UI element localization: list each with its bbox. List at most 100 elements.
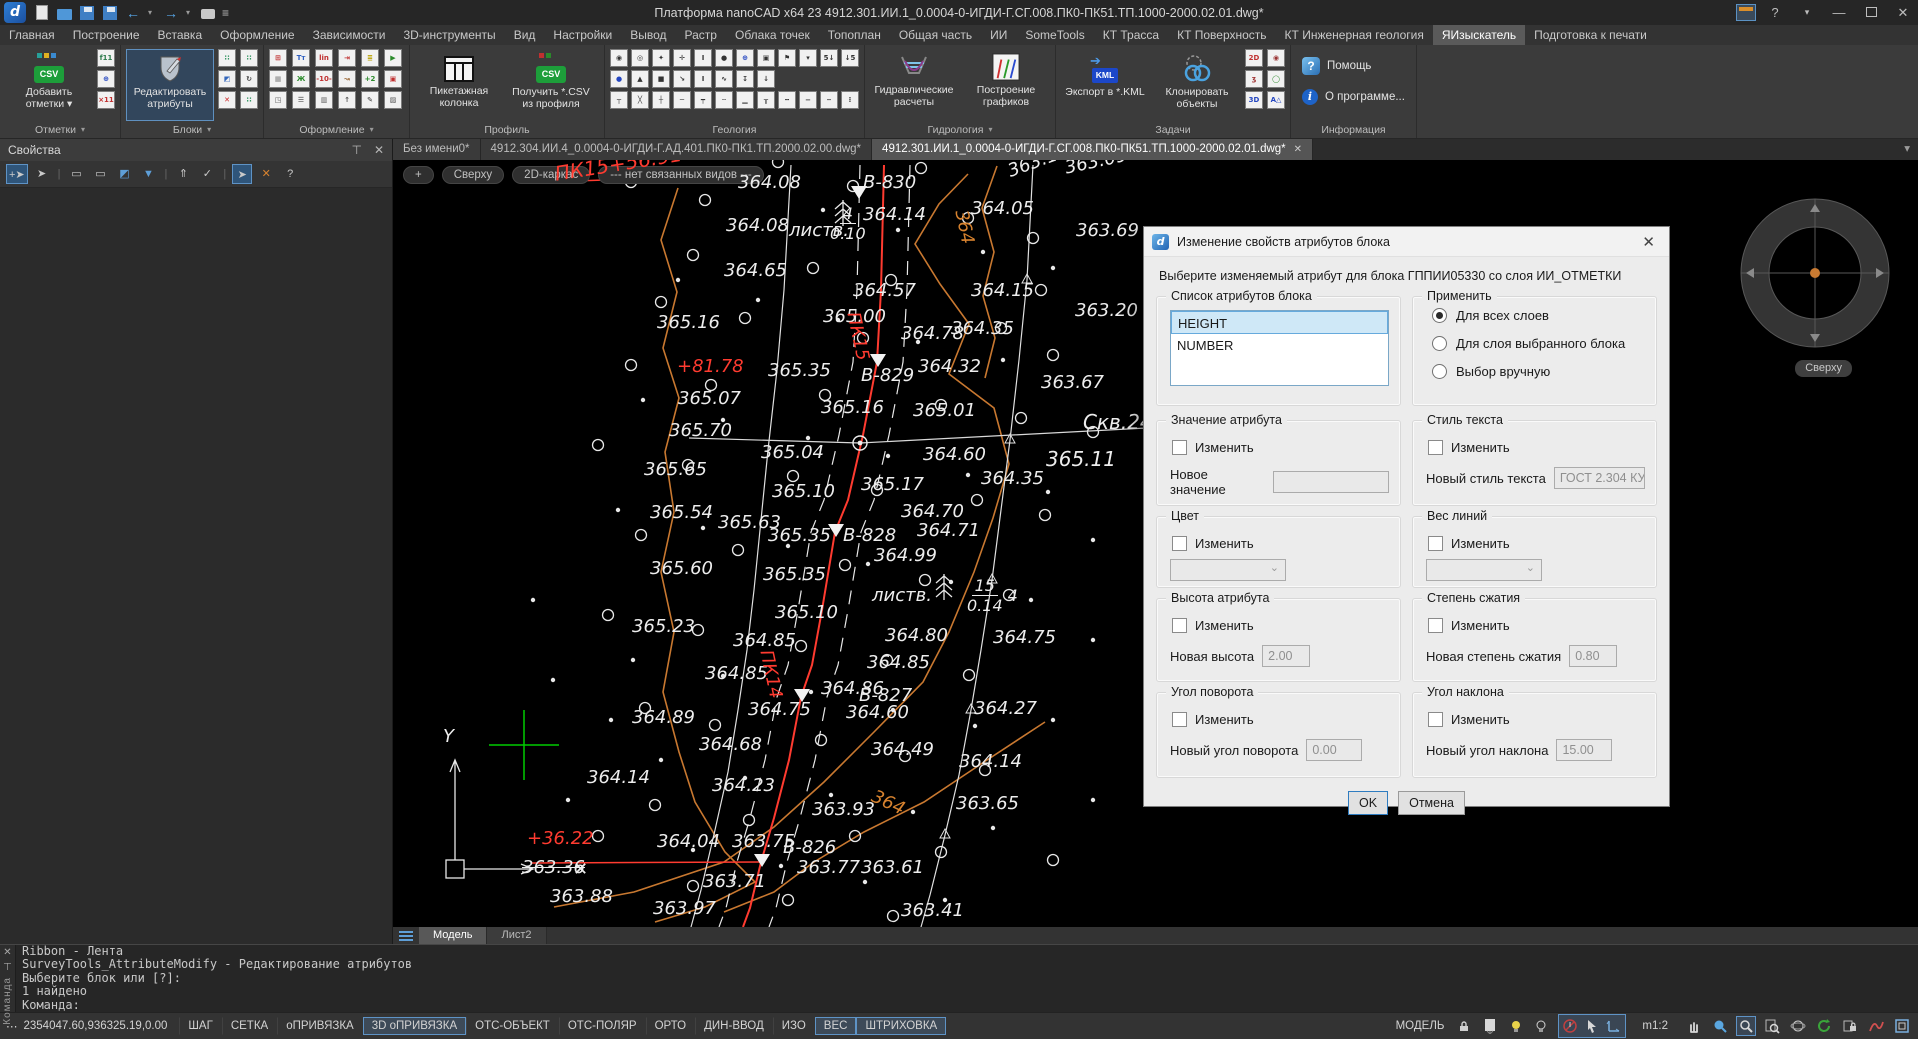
ribbon-tool-icon[interactable]: ▁ [736,91,754,109]
undo-icon[interactable]: ← [125,5,141,21]
document-tab[interactable]: 4912.301.ИИ.1_0.0004-0-ИГДИ-Г.СГ.008.ПК0… [872,139,1313,160]
frame-icon[interactable] [1892,1016,1912,1036]
ribbon-tab-КТ Инженерная геология[interactable]: КТ Инженерная геология [1276,25,1433,45]
ribbon-tab-Облака точек[interactable]: Облака точек [726,25,819,45]
ribbon-tool-icon[interactable]: ▣ [757,49,775,67]
bulb-cursor-icon[interactable] [1532,1016,1552,1036]
close-panel-icon[interactable]: ✕ [374,143,384,157]
lock-icon[interactable] [1454,1016,1474,1036]
minimize-button[interactable]: — [1824,0,1854,25]
ribbon-tool-icon[interactable]: ⇥ [338,49,356,67]
group-label-info[interactable]: Информация [1291,121,1416,138]
properties-tool-icon[interactable]: ✕ [256,164,276,184]
ribbon-tool-icon[interactable]: ⊕ [97,70,115,88]
ribbon-tool-icon[interactable]: lin [315,49,333,67]
viewport-control-pill[interactable]: + [403,166,434,184]
properties-tool-icon[interactable]: ✓ [197,164,217,184]
ribbon-tab-ИИ[interactable]: ИИ [981,25,1016,45]
change-style-checkbox[interactable] [1428,440,1443,455]
orbit-icon[interactable] [1788,1016,1808,1036]
change-rotation-checkbox[interactable] [1172,712,1187,727]
ribbon-tool-icon[interactable]: ▣ [384,70,402,88]
apply-radio[interactable] [1432,336,1447,351]
ribbon-tool-icon[interactable]: ↓ [757,70,775,88]
viewport-control-pill[interactable]: Сверху [442,166,504,184]
dialog-close-icon[interactable]: ✕ [1636,233,1661,251]
new-height-input[interactable]: 2.00 [1262,645,1310,667]
ribbon-tool-icon[interactable]: I [694,70,712,88]
ribbon-tool-icon[interactable]: ▶ [384,49,402,67]
redo-icon[interactable]: → [163,5,179,21]
group-label-decoration[interactable]: Оформление▾ [264,121,409,138]
ribbon-tool-icon[interactable]: ↻ [240,70,258,88]
command-history[interactable]: Ribbon - ЛентаSurveyTools_AttributeModif… [16,945,1918,1012]
layout-tab-Модель[interactable]: Модель [419,927,487,944]
ribbon-tool-icon[interactable]: ┼ [652,91,670,109]
status-toggle-ШТРИХОВКА[interactable]: ШТРИХОВКА [856,1017,946,1035]
status-toggle-оПРИВЯЗКА[interactable]: оПРИВЯЗКА [277,1017,363,1035]
new-value-input[interactable] [1273,471,1389,493]
ribbon-tab-Оформление[interactable]: Оформление [211,25,303,45]
ribbon-tool-icon[interactable]: ≣ [361,49,379,67]
dialog-titlebar[interactable]: d Изменение свойств атрибутов блока ✕ [1144,227,1669,257]
ribbon-tool-icon[interactable]: ◉ [610,49,628,67]
view-direction-badge[interactable]: Сверху [1795,360,1852,377]
ribbon-tool-icon[interactable]: ● [715,49,733,67]
ribbon-tab-Топоплан[interactable]: Топоплан [819,25,890,45]
document-tab[interactable]: 4912.304.ИИ.4_0.0004-0-ИГДИ-Г.АД.401.ПК0… [481,139,873,160]
ribbon-tool-icon[interactable]: 5↓ [820,49,838,67]
help-caret-icon[interactable]: ▾ [1792,0,1822,25]
ribbon-tool-icon[interactable]: ┬ [610,91,628,109]
group-label-geology[interactable]: Геология [605,121,864,138]
redo-caret-icon[interactable]: ▾ [186,8,194,17]
properties-tool-icon[interactable]: ▼ [139,164,159,184]
ribbon-tool-icon[interactable]: ✛ [673,49,691,67]
close-tab-icon[interactable]: ✕ [1294,144,1302,155]
hydraulic-calc-button[interactable]: Гидравлические расчеты [870,49,958,121]
ribbon-tool-icon[interactable]: A△ [1267,91,1285,109]
group-label-profile[interactable]: Профиль [410,121,604,138]
properties-tool-icon[interactable]: ◩ [115,164,135,184]
new-slant-input[interactable]: 15.00 [1556,739,1612,761]
space-mode[interactable]: МОДЕЛЬ [1392,1020,1449,1032]
open-folder-icon[interactable] [57,9,72,20]
zoom-doc-icon[interactable] [1762,1016,1782,1036]
ribbon-tab-Вставка[interactable]: Вставка [149,25,212,45]
cancel-button[interactable]: Отмена [1398,791,1465,815]
restore-button[interactable] [1856,0,1886,25]
ribbon-tab-Зависимости[interactable]: Зависимости [304,25,395,45]
ribbon-tab-Построение[interactable]: Построение [64,25,149,45]
close-cmd-icon[interactable]: ✕ [3,947,11,958]
picket-column-button[interactable]: Пикетажная колонка [415,49,503,121]
properties-tool-icon[interactable]: ➤ [232,164,252,184]
ribbon-tool-icon[interactable]: ┰ [757,91,775,109]
ribbon-tool-icon[interactable]: ┯ [694,91,712,109]
layout-tab-Лист2[interactable]: Лист2 [487,927,546,944]
status-toggle-ОТС-ОБЪЕКТ[interactable]: ОТС-ОБЪЕКТ [466,1017,559,1035]
attribute-item-NUMBER[interactable]: NUMBER [1171,334,1388,357]
status-toggle-ОТС-ПОЛЯР[interactable]: ОТС-ПОЛЯР [559,1017,646,1035]
change-height-checkbox[interactable] [1172,618,1187,633]
ribbon-tab-Настройки[interactable]: Настройки [544,25,621,45]
ribbon-tool-icon[interactable]: ■ [652,70,670,88]
zoom-lens-icon[interactable] [1710,1016,1730,1036]
ribbon-tool-icon[interactable]: ×11 [97,91,115,109]
viewport-lock-icon[interactable] [1840,1016,1860,1036]
pin-cmd-icon[interactable]: ⊤ [3,962,12,973]
add-marks-button[interactable]: CSV Добавить отметки ▾ [5,49,93,121]
ribbon-tool-icon[interactable]: ⊞ [269,49,287,67]
ribbon-tool-icon[interactable]: ◉ [1267,49,1285,67]
ribbon-tab-Растр[interactable]: Растр [676,25,726,45]
ribbon-tab-ЯИзыскатель[interactable]: ЯИзыскатель [1433,25,1525,45]
ribbon-tool-icon[interactable]: ʒ [1245,70,1263,88]
ribbon-tab-Подготовка к печати[interactable]: Подготовка к печати [1525,25,1656,45]
change-lineweight-checkbox[interactable] [1428,536,1443,551]
help-ribbon-button[interactable]: ? Помощь [1296,53,1377,79]
layers-icon[interactable] [393,927,419,944]
apply-radio[interactable] [1432,308,1447,323]
ribbon-tool-icon[interactable]: ─ [673,91,691,109]
properties-tool-icon[interactable]: +➤ [6,164,28,184]
ribbon-tool-icon[interactable]: ↑ [338,91,356,109]
close-button[interactable]: ✕ [1888,0,1918,25]
status-toggle-ШАГ[interactable]: ШАГ [179,1017,221,1035]
